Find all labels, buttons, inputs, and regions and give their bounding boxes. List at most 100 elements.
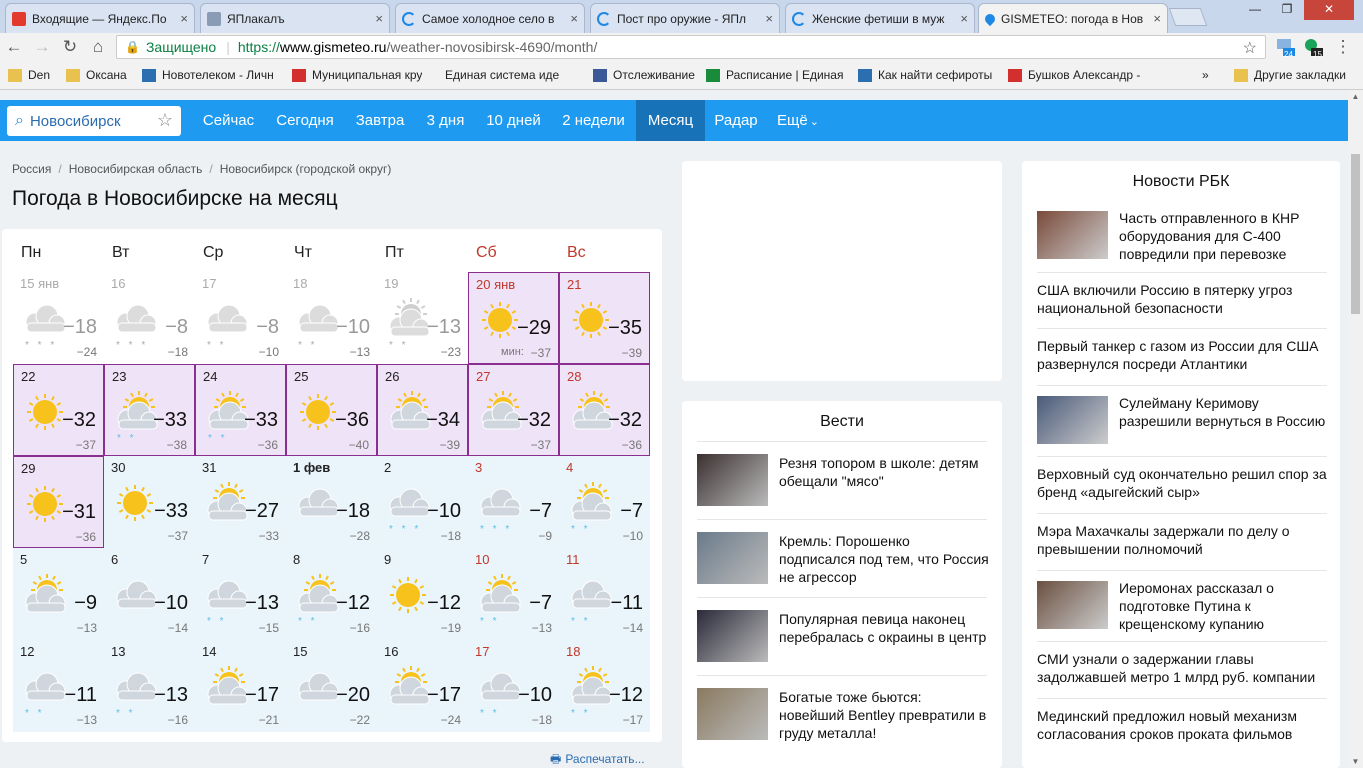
bookmark-item[interactable]: Новотелеком - Личн: [142, 68, 274, 82]
extension-icon-2[interactable]: 15: [1303, 37, 1323, 59]
day-cell[interactable]: 29 −31 −36: [13, 456, 104, 548]
day-cell[interactable]: 31 −27 −33: [195, 456, 286, 548]
maximize-button[interactable]: ❐: [1272, 0, 1302, 20]
day-cell[interactable]: 5 −9 −13: [13, 548, 104, 640]
browser-tab[interactable]: ЯПлакалъ ×: [200, 3, 390, 33]
day-cell[interactable]: 2 * * * −10 −18: [377, 456, 468, 548]
news-item[interactable]: Иеромонах рассказал о подготовке Путина …: [1037, 570, 1327, 641]
news-item[interactable]: Мединский предложил новый механизм согла…: [1037, 698, 1327, 758]
url-field[interactable]: 🔒 Защищено | https://www.gismeteo.ru/wea…: [116, 35, 1266, 59]
day-cell[interactable]: 26 −34 −39: [377, 364, 468, 456]
bookmark-item[interactable]: Отслеживание: [593, 68, 695, 82]
news-item[interactable]: Часть отправленного в КНР оборудования д…: [1037, 201, 1327, 272]
browser-tab[interactable]: Пост про оружие - ЯПл ×: [590, 3, 780, 33]
extension-icon-1[interactable]: 24: [1275, 37, 1295, 59]
day-cell[interactable]: 18 * * −10 −13: [286, 272, 377, 364]
news-item[interactable]: Мэра Махачкалы задержали по делу о превы…: [1037, 513, 1327, 570]
day-cell[interactable]: 13 * * −13 −16: [104, 640, 195, 732]
day-cell[interactable]: 9 −12 −19: [377, 548, 468, 640]
day-cell[interactable]: 7 * * −13 −15: [195, 548, 286, 640]
favorite-star-icon[interactable]: ☆: [157, 110, 173, 131]
day-cell[interactable]: 1 фев −18 −28: [286, 456, 377, 548]
day-cell[interactable]: 4 * * −7 −10: [559, 456, 650, 548]
nav-item[interactable]: Сейчас: [192, 100, 265, 141]
day-cell[interactable]: 19 * * −13 −23: [377, 272, 468, 364]
day-cell[interactable]: 12 * * −11 −13: [13, 640, 104, 732]
day-cell[interactable]: 16 −17 −24: [377, 640, 468, 732]
scroll-up-arrow[interactable]: ▲: [1348, 92, 1363, 101]
tab-close-icon[interactable]: ×: [765, 11, 773, 26]
news-item[interactable]: США включили Россию в пятерку угроз наци…: [1037, 272, 1327, 328]
nav-item[interactable]: 2 недели: [551, 100, 636, 141]
breadcrumb-link[interactable]: Новосибирская область: [69, 162, 203, 176]
day-cell[interactable]: 15 янв * * * −18 −24: [13, 272, 104, 364]
day-cell[interactable]: 10 * * −7 −13: [468, 548, 559, 640]
nav-item[interactable]: Месяц: [636, 100, 705, 141]
browser-tab[interactable]: Входящие — Яндекс.По ×: [5, 3, 195, 33]
city-search[interactable]: ⌕ Новосибирск ☆: [7, 106, 181, 136]
day-cell[interactable]: 30 −33 −37: [104, 456, 195, 548]
tab-close-icon[interactable]: ×: [570, 11, 578, 26]
breadcrumb-link[interactable]: Новосибирск (городской округ): [220, 162, 392, 176]
day-cell[interactable]: 24 * * −33 −36: [195, 364, 286, 456]
bookmark-item[interactable]: Оксана: [66, 68, 127, 82]
news-item[interactable]: Резня топором в школе: детям обещали "мя…: [697, 441, 987, 519]
scrollbar-thumb[interactable]: [1351, 154, 1360, 314]
day-cell[interactable]: 22 −32 −37: [13, 364, 104, 456]
bookmark-item[interactable]: Den: [8, 68, 50, 82]
day-cell[interactable]: 15 −20 −22: [286, 640, 377, 732]
news-item[interactable]: Кремль: Порошенко подписался под тем, чт…: [697, 519, 989, 597]
day-cell[interactable]: 20 янв −29 мин: −37: [468, 272, 559, 364]
news-item[interactable]: Богатые тоже бьются: новейший Bentley пр…: [697, 675, 987, 753]
minimize-button[interactable]: —: [1240, 0, 1270, 20]
new-tab-button[interactable]: [1168, 8, 1208, 26]
browser-tab[interactable]: GISMETEO: погода в Нов ×: [978, 3, 1168, 33]
bookmark-item[interactable]: Бушков Александр -: [1008, 68, 1140, 82]
day-cell[interactable]: 27 −32 −37: [468, 364, 559, 456]
news-item[interactable]: Верховный суд окончательно решил спор за…: [1037, 456, 1327, 513]
nav-item[interactable]: 10 дней: [476, 100, 551, 141]
bookmark-item[interactable]: Единая система иде: [445, 68, 559, 82]
home-icon[interactable]: ⌂: [88, 37, 108, 57]
bookmark-star-icon[interactable]: ☆: [1243, 38, 1257, 58]
bookmark-item[interactable]: Расписание | Единая: [706, 68, 843, 82]
bookmark-item[interactable]: Муниципальная кру: [292, 68, 422, 82]
news-item[interactable]: Популярная певица наконец перебралась с …: [697, 597, 987, 675]
forward-icon[interactable]: →: [32, 37, 52, 57]
day-cell[interactable]: 14 −17 −21: [195, 640, 286, 732]
day-cell[interactable]: 21 −35 −39: [559, 272, 650, 364]
menu-icon[interactable]: ⋮: [1333, 37, 1353, 57]
day-cell[interactable]: 18 * * −12 −17: [559, 640, 650, 732]
day-cell[interactable]: 25 −36 −40: [286, 364, 377, 456]
day-cell[interactable]: 28 −32 −36: [559, 364, 650, 456]
nav-item[interactable]: Сегодня: [265, 100, 345, 141]
tab-close-icon[interactable]: ×: [960, 11, 968, 26]
nav-item[interactable]: Завтра: [345, 100, 415, 141]
bookmark-item[interactable]: Другие закладки: [1234, 68, 1346, 82]
day-cell[interactable]: 3 * * * −7 −9: [468, 456, 559, 548]
reload-icon[interactable]: ↻: [60, 37, 80, 57]
news-item[interactable]: СМИ узнали о задержании главы задолжавше…: [1037, 641, 1327, 698]
day-cell[interactable]: 17 * * −8 −10: [195, 272, 286, 364]
tab-close-icon[interactable]: ×: [375, 11, 383, 26]
browser-tab[interactable]: Самое холодное село в ×: [395, 3, 585, 33]
day-cell[interactable]: 11 * * −11 −14: [559, 548, 650, 640]
page-scrollbar[interactable]: ▲ ▼: [1348, 90, 1363, 768]
nav-item[interactable]: Ещё ⌄: [767, 100, 829, 141]
scroll-down-arrow[interactable]: ▼: [1348, 757, 1363, 766]
back-icon[interactable]: ←: [4, 37, 24, 57]
tab-close-icon[interactable]: ×: [180, 11, 188, 26]
breadcrumb-link[interactable]: Россия: [12, 162, 51, 176]
tab-close-icon[interactable]: ×: [1153, 11, 1161, 26]
day-cell[interactable]: 23 * * −33 −38: [104, 364, 195, 456]
more-bookmarks-icon[interactable]: »: [1202, 68, 1209, 82]
print-link[interactable]: 🖶 Распечатать...: [550, 750, 645, 768]
close-window-button[interactable]: ✕: [1304, 0, 1354, 20]
news-item[interactable]: Сулейману Керимову разрешили вернуться в…: [1037, 385, 1327, 456]
bookmark-item[interactable]: Как найти сефироты: [858, 68, 992, 82]
nav-item[interactable]: 3 дня: [415, 100, 476, 141]
news-item[interactable]: Первый танкер с газом из России для США …: [1037, 328, 1327, 385]
nav-item[interactable]: Радар: [705, 100, 767, 141]
day-cell[interactable]: 6 −10 −14: [104, 548, 195, 640]
day-cell[interactable]: 16 * * * −8 −18: [104, 272, 195, 364]
